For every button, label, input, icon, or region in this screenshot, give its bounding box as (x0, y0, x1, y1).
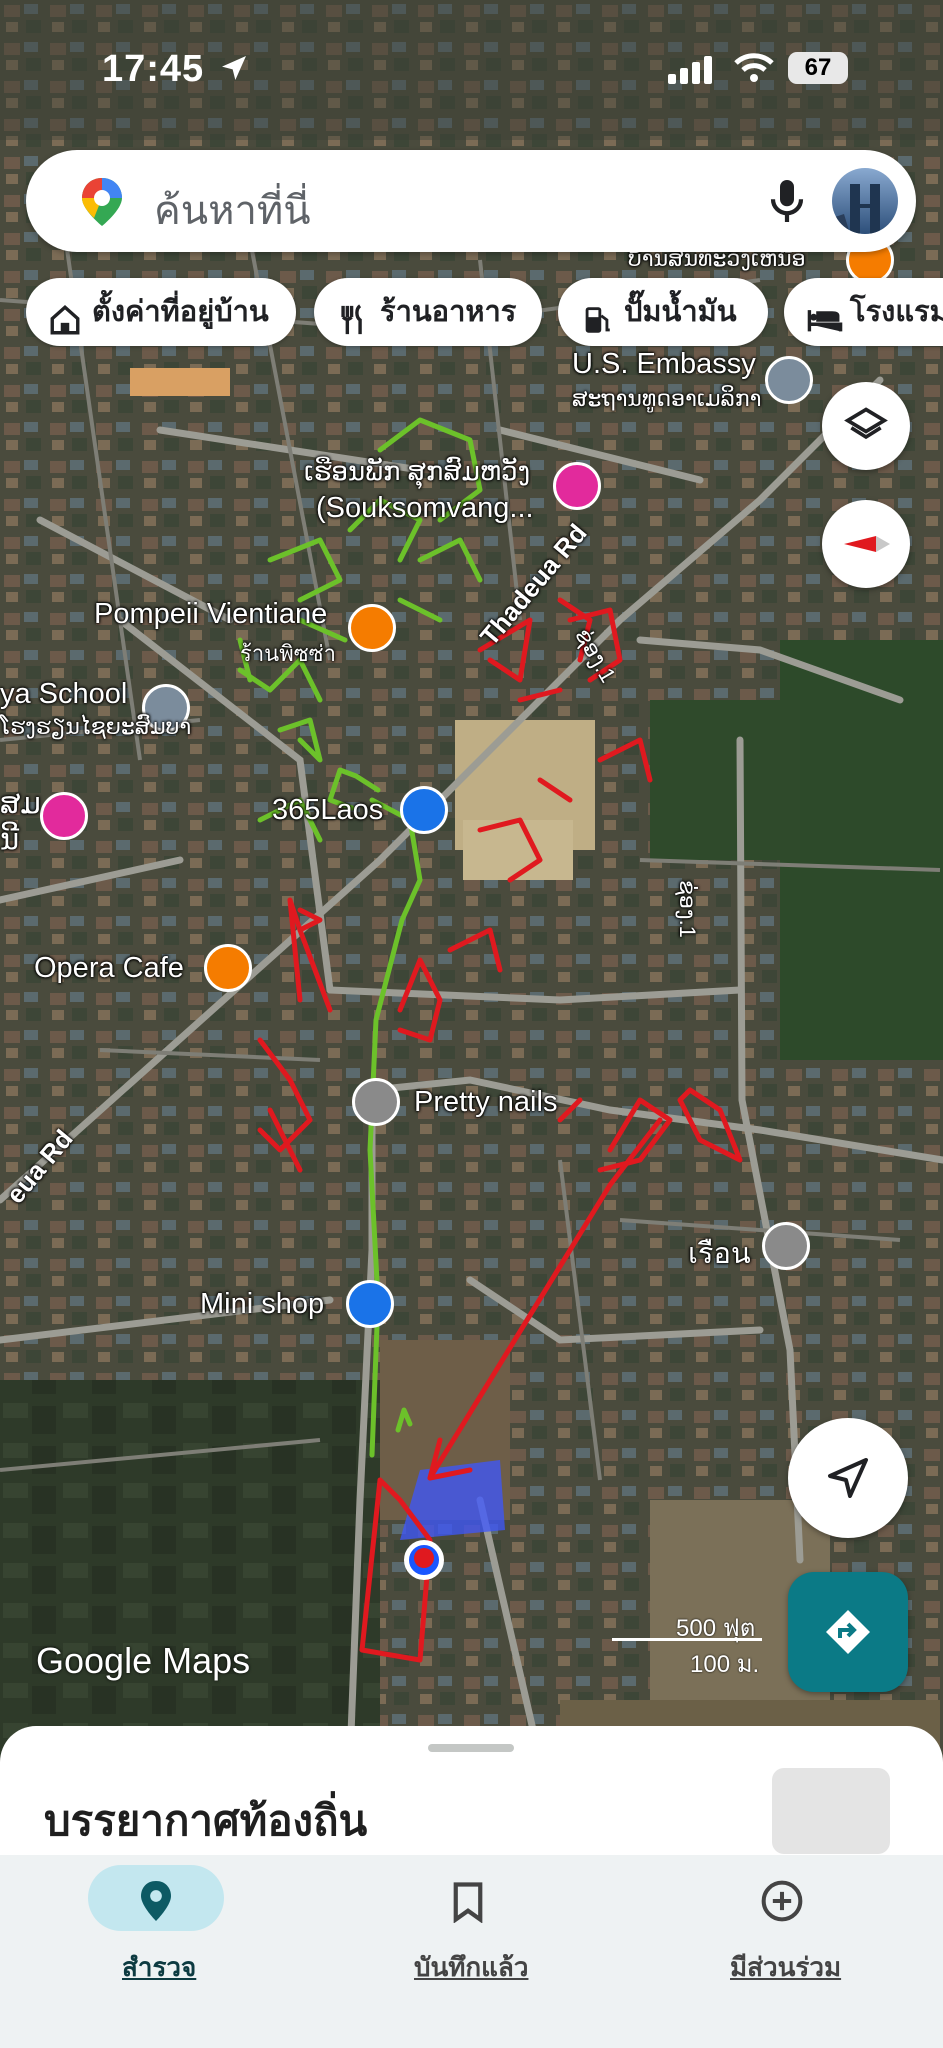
status-bar: 17:45 67 (0, 42, 943, 102)
cafe-marker-icon[interactable] (204, 944, 252, 992)
bottom-sheet[interactable]: บรรยากาศท้องถิ่น (0, 1726, 943, 1856)
place-label-hotel-local[interactable]: ເຮືອນພັກ ສຸກສົມຫວັງ (304, 456, 530, 487)
place-label-us-embassy-local: ສະຖານທູດອາເມລິກາ (572, 386, 762, 411)
nav-item-saved[interactable]: บันทึกแล้ว (370, 1855, 570, 2035)
nav-item-contribute[interactable]: มีส่วนร่วม (682, 1855, 882, 2035)
hotel-marker-icon-left[interactable] (40, 792, 88, 840)
chip-label: ปั๊มน้ำมัน (624, 296, 737, 328)
scale-ft: 500 ฟุต (676, 1615, 756, 1642)
nav-label-saved: บันทึกแล้ว (414, 1952, 529, 1982)
location-marker-red (414, 1548, 434, 1568)
explore-pin-icon (136, 1879, 176, 1928)
place-label-pompeii-local: ร้านพิซซ่า (240, 641, 336, 666)
place-label-pompeii[interactable]: Pompeii Vientiane (94, 598, 327, 631)
navigation-arrow-icon (824, 1454, 872, 1507)
my-location-button[interactable] (788, 1418, 908, 1538)
wifi-icon (733, 52, 775, 89)
microphone-icon[interactable] (766, 176, 808, 231)
gas-station-icon (580, 294, 614, 346)
shop-marker-icon-2[interactable] (346, 1280, 394, 1328)
place-label-left-2: ນີ (0, 824, 20, 856)
google-maps-attribution: Google Maps (36, 1640, 251, 1681)
location-arrow-icon (218, 52, 250, 89)
hotel-icon (806, 294, 844, 346)
compass-icon (840, 526, 892, 567)
cellular-signal-icon (668, 56, 716, 89)
layers-button[interactable] (822, 382, 910, 470)
search-bar[interactable]: ค้นหาที่นี่ (26, 150, 916, 252)
place-label-school-local: ໂຮງຮຽນໄຊຍະສົມບາ (0, 714, 192, 739)
scale-m: 100 ม. (690, 1651, 760, 1678)
battery-indicator: 67 (788, 52, 848, 84)
place-label-mini-shop[interactable]: Mini shop (200, 1288, 324, 1321)
chip-label: โรงแรม (850, 296, 943, 328)
map-scale: 500 ฟุต 100 ม. (612, 1608, 772, 1678)
chip-label: ตั้งค่าที่อยู่บ้าน (92, 296, 269, 328)
bookmark-icon (450, 1881, 486, 1928)
directions-button[interactable] (788, 1572, 908, 1692)
pizza-marker-icon[interactable] (348, 604, 396, 652)
sheet-drag-handle[interactable] (428, 1744, 514, 1752)
nav-item-explore[interactable]: สำรวจ (56, 1855, 256, 2035)
home-icon (48, 294, 82, 346)
bottom-navigation: สำรวจ บันทึกแล้ว มีส่วนร่วม (0, 1855, 943, 2048)
add-circle-icon (760, 1879, 804, 1928)
place-label-pretty-nails[interactable]: Pretty nails (414, 1086, 557, 1119)
category-chips: ตั้งค่าที่อยู่บ้าน ร้านอาหาร ปั๊มน้ำมัน … (26, 278, 943, 348)
sheet-title: บรรยากาศท้องถิ่น (44, 1797, 368, 1844)
chip-set-home[interactable]: ตั้งค่าที่อยู่บ้าน (26, 278, 296, 346)
sheet-thumbnail[interactable] (772, 1768, 890, 1854)
place-label-opera-cafe[interactable]: Opera Cafe (34, 952, 184, 985)
shop-marker-icon[interactable] (400, 786, 448, 834)
chip-hotels[interactable]: โรงแรม (784, 278, 943, 346)
chip-gas-stations[interactable]: ปั๊มน้ำมัน (558, 278, 768, 346)
hotel-marker-icon[interactable] (553, 462, 601, 510)
compass-button[interactable] (822, 500, 910, 588)
directions-icon (824, 1608, 872, 1661)
chip-label: ร้านอาหาร (380, 296, 517, 328)
status-time: 17:45 (102, 48, 205, 90)
place-label-left-1: ສມ (0, 788, 41, 820)
place-label-us-embassy[interactable]: U.S. Embassy (572, 348, 756, 381)
restaurant-icon (336, 294, 370, 346)
place-label-school[interactable]: ya School (0, 678, 127, 711)
scale-bar (612, 1638, 762, 1641)
place-label-house[interactable]: เรือน (688, 1230, 751, 1276)
layers-icon (844, 404, 888, 453)
place-label-hotel-en[interactable]: (Souksomvang... (316, 492, 534, 525)
nav-label-explore: สำรวจ (122, 1952, 197, 1982)
chip-restaurants[interactable]: ร้านอาหาร (314, 278, 542, 346)
search-input[interactable]: ค้นหาที่นี่ (154, 178, 311, 242)
house-marker-icon[interactable] (762, 1222, 810, 1270)
road-label-lane-1b: ຊ່ອງ.1 (675, 880, 700, 938)
nails-marker-icon[interactable] (352, 1078, 400, 1126)
nav-label-contribute: มีส่วนร่วม (730, 1952, 842, 1982)
google-maps-pin-icon (78, 176, 126, 233)
embassy-marker-icon[interactable] (765, 356, 813, 404)
account-avatar[interactable] (832, 168, 898, 234)
place-label-365laos[interactable]: 365Laos (272, 794, 383, 827)
